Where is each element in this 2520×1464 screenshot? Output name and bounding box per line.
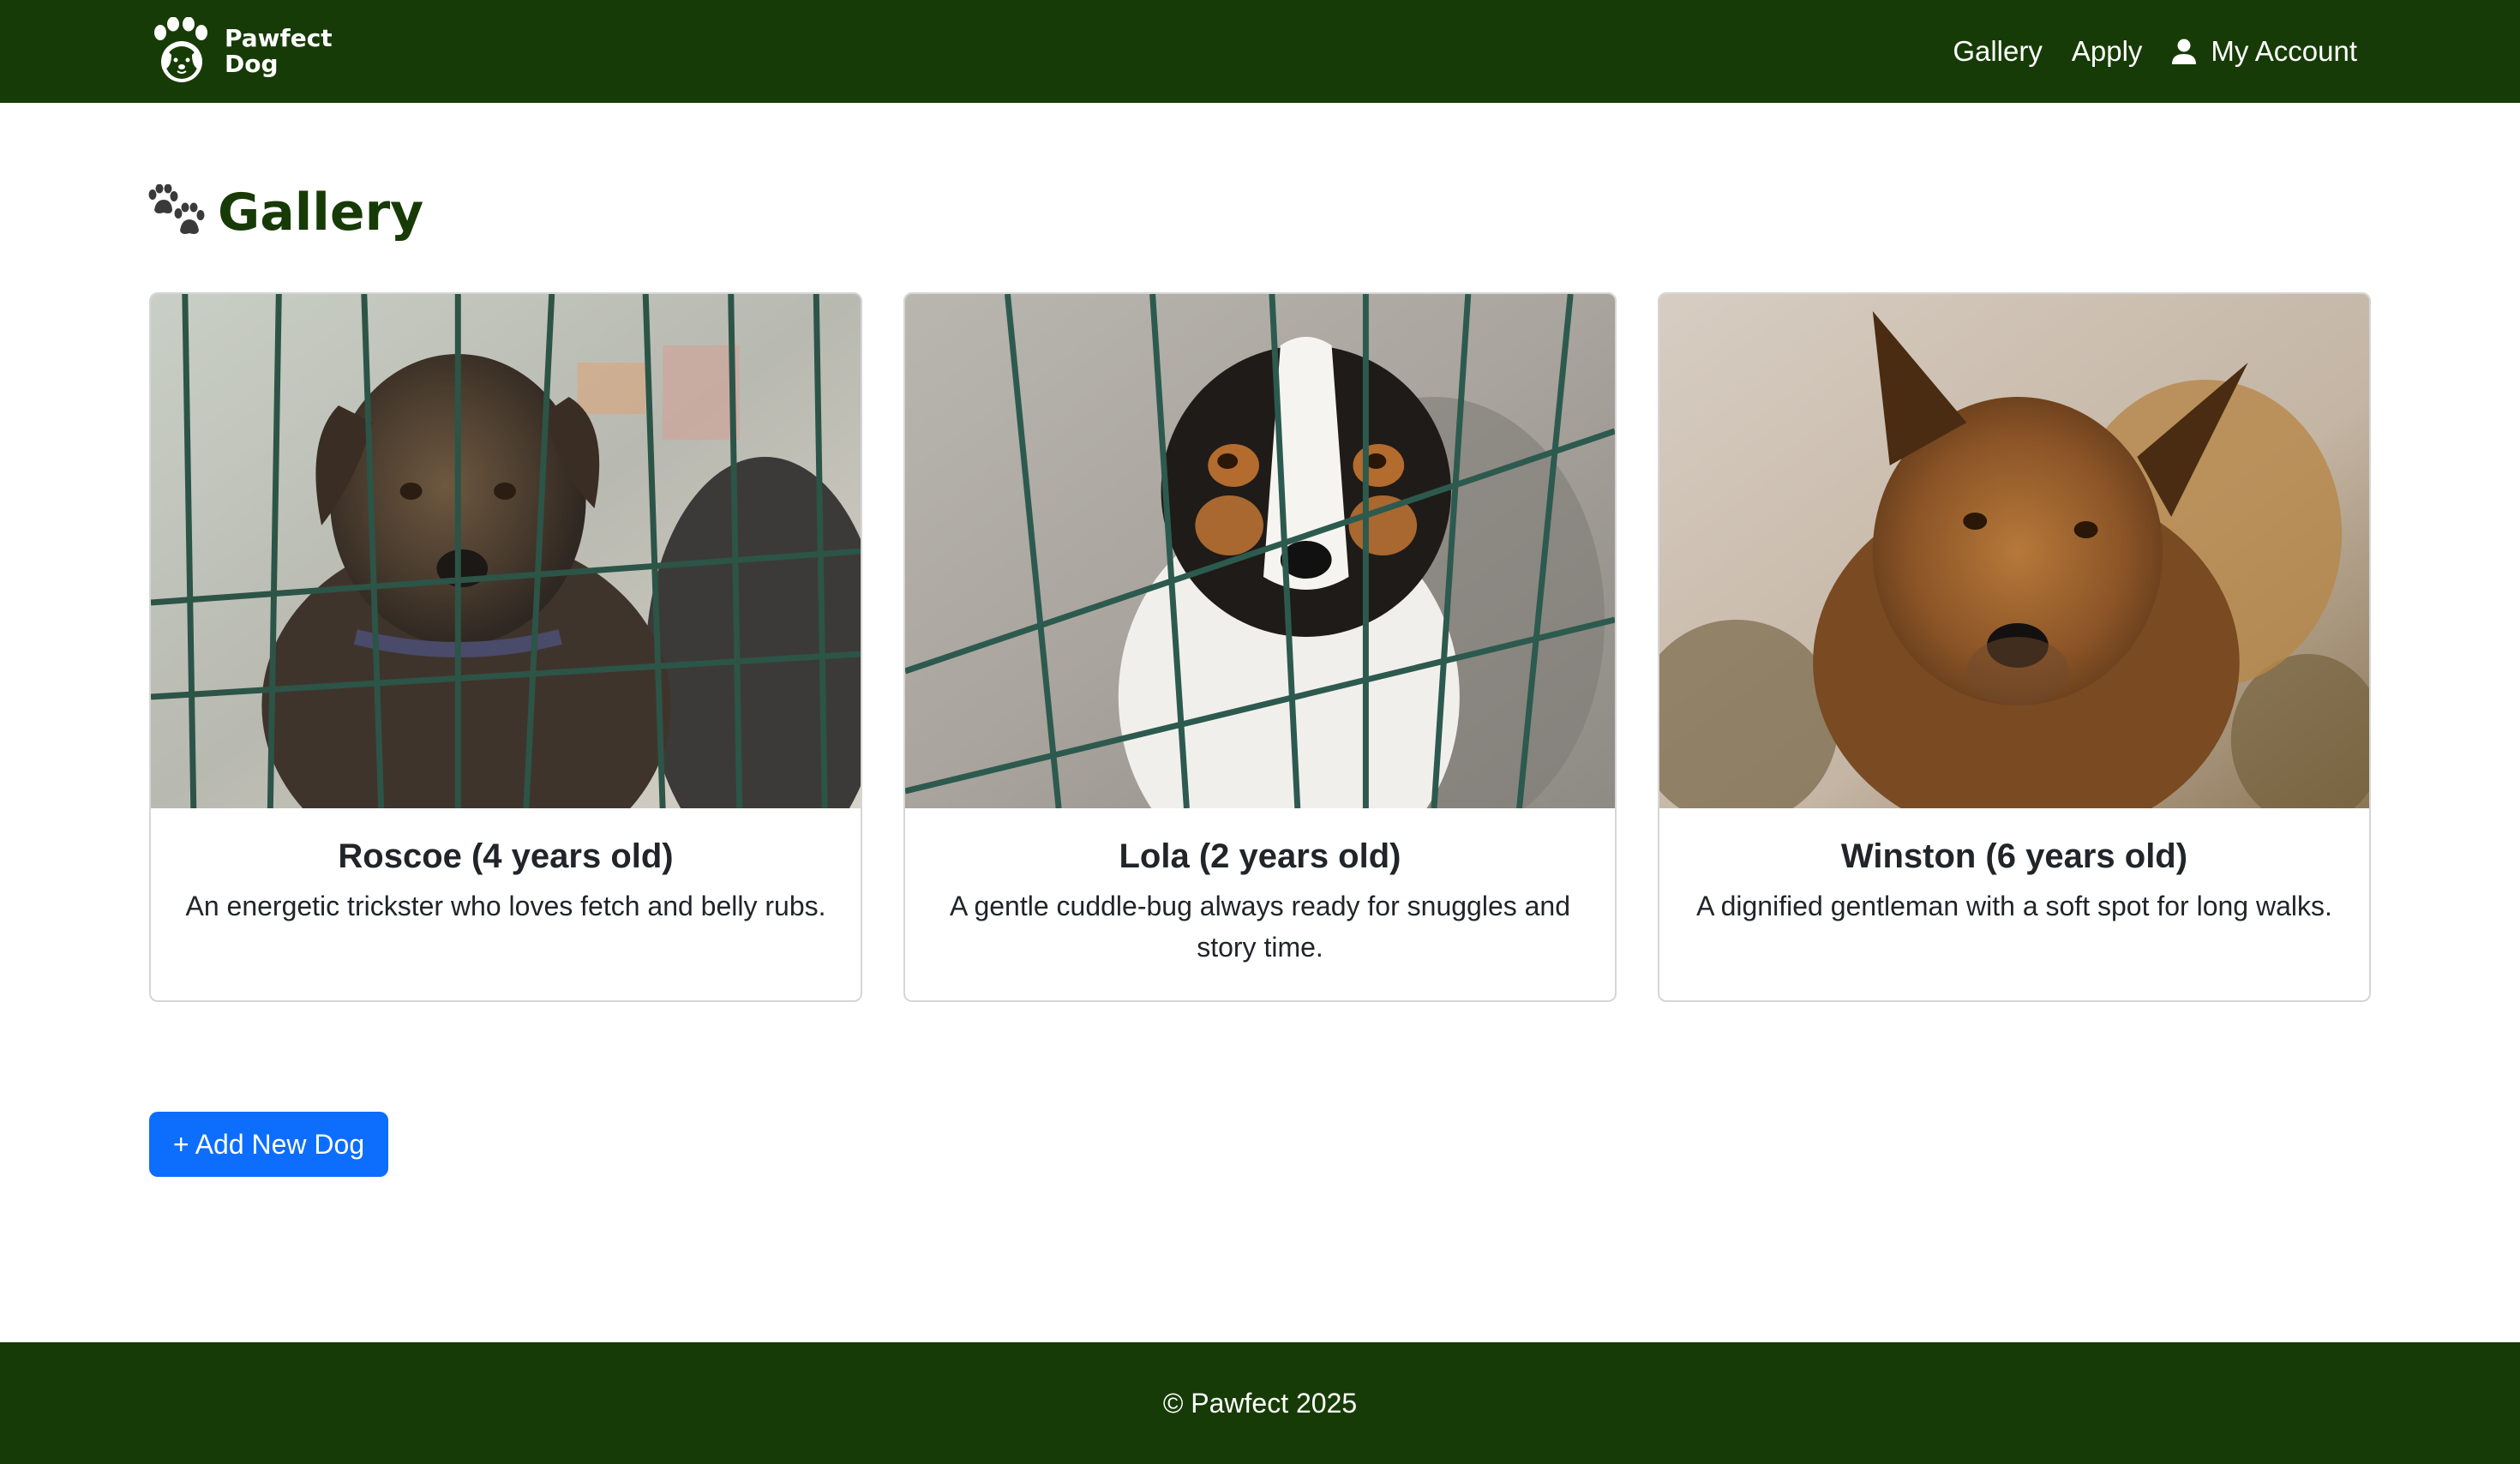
top-navbar: Pawfect Dog Gallery Apply My Account xyxy=(0,0,2520,103)
paws-icon xyxy=(148,184,205,234)
brand-name-line1: Pawfect xyxy=(225,24,333,52)
dog-description: A dignified gentleman with a soft spot f… xyxy=(1696,891,2332,921)
brand-name-line2: Dog xyxy=(225,50,279,78)
dog-photo xyxy=(1659,294,2369,808)
add-new-dog-button[interactable]: + Add New Dog xyxy=(149,1112,388,1177)
dog-card[interactable]: Winston (6 years old) A dignified gentle… xyxy=(1658,292,2371,1002)
dog-name: Lola (2 years old) xyxy=(1119,837,1401,875)
main-nav: Gallery Apply My Account xyxy=(1953,0,2357,103)
page-heading: Gallery xyxy=(218,183,424,243)
user-icon xyxy=(2172,39,2197,64)
nav-link-my-account[interactable]: My Account xyxy=(2171,35,2357,68)
nav-link-gallery[interactable]: Gallery xyxy=(1953,35,2043,68)
nav-link-label: Gallery xyxy=(1953,35,2043,67)
nav-link-label: My Account xyxy=(2211,35,2357,67)
brand[interactable]: Pawfect Dog xyxy=(151,17,333,86)
dog-name: Winston (6 years old) xyxy=(1840,837,2188,875)
dog-description: An energetic trickster who loves fetch a… xyxy=(185,891,826,921)
dog-photo xyxy=(151,294,861,808)
nav-link-label: Apply xyxy=(2071,35,2143,67)
nav-link-apply[interactable]: Apply xyxy=(2072,35,2143,68)
dog-card[interactable]: Lola (2 years old) A gentle cuddle-bug a… xyxy=(903,292,1617,1002)
dog-name: Roscoe (4 years old) xyxy=(338,837,674,875)
page-title: Gallery xyxy=(147,178,423,247)
dog-paw-logo-icon xyxy=(154,17,207,82)
dog-gallery: Roscoe (4 years old) An energetic tricks… xyxy=(149,292,2371,1002)
footer: © Pawfect 2025 xyxy=(0,1342,2520,1464)
dog-description: A gentle cuddle-bug always ready for snu… xyxy=(949,891,1571,963)
dog-card[interactable]: Roscoe (4 years old) An energetic tricks… xyxy=(149,292,862,1002)
footer-copyright: © Pawfect 2025 xyxy=(1162,1387,1358,1419)
dog-photo xyxy=(905,294,1615,808)
